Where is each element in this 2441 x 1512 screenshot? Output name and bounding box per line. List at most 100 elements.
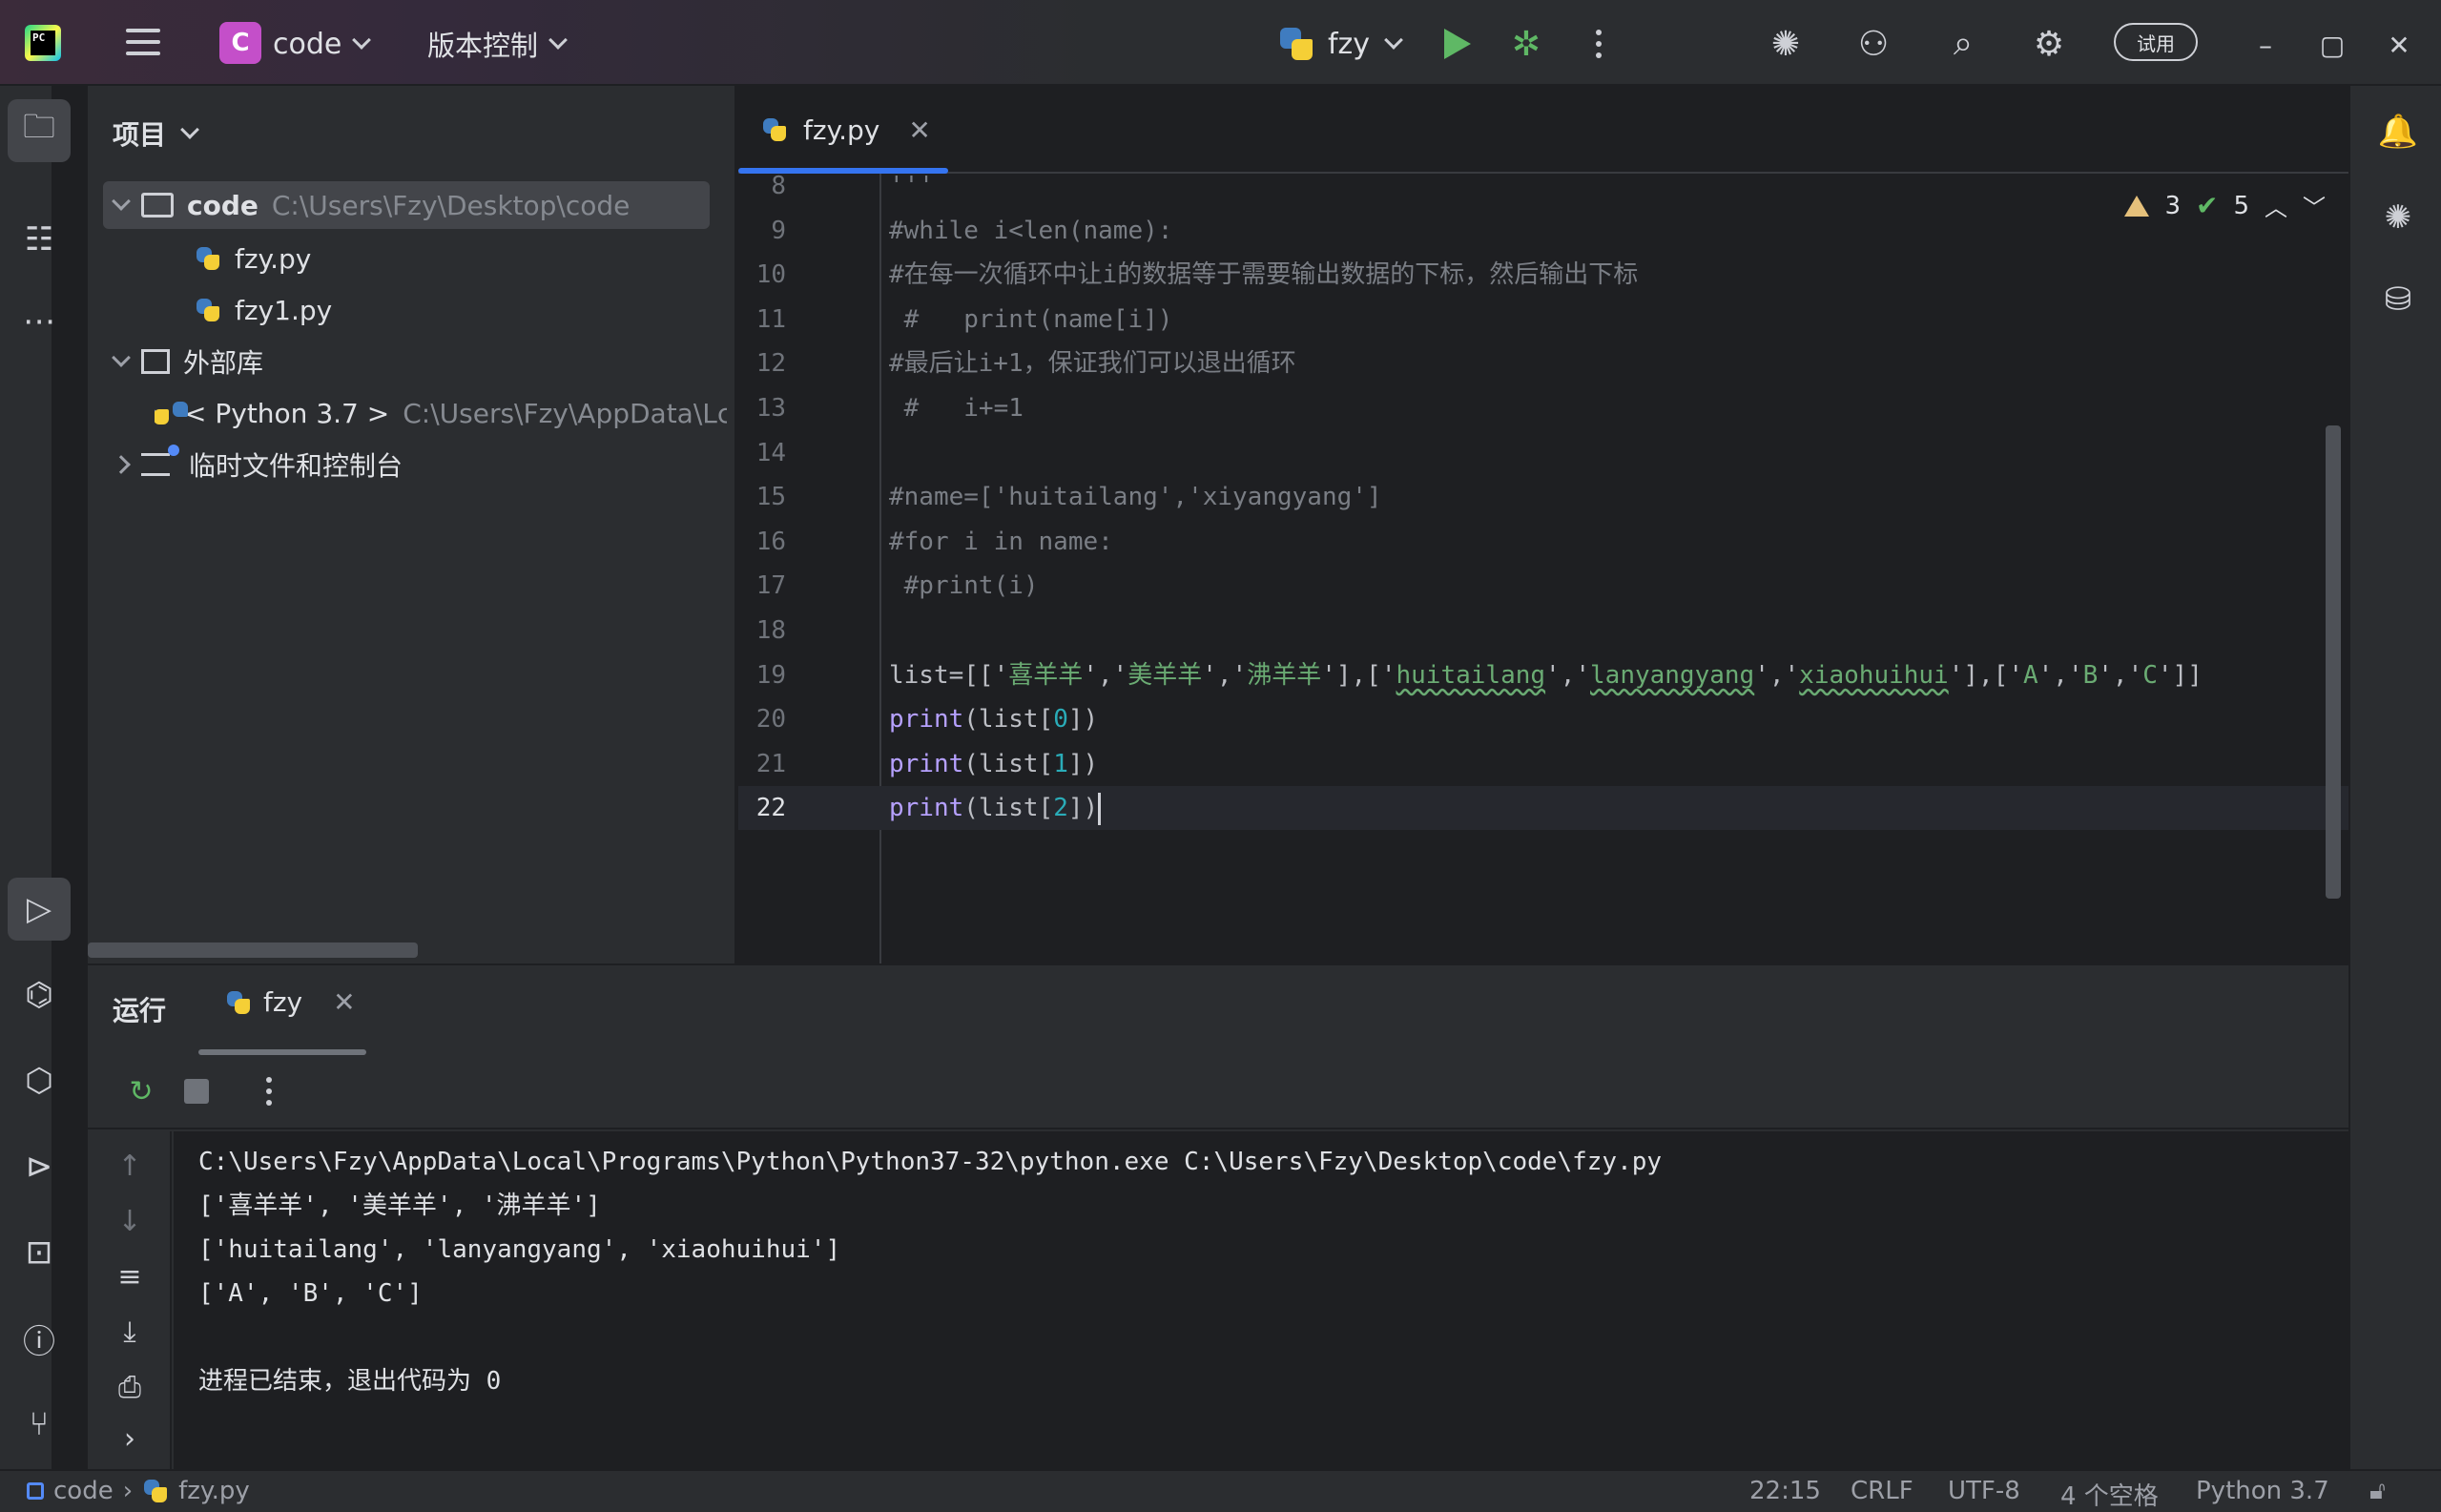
code-line[interactable]: 15 #name=['huitailang','xiyangyang'] [738,475,2348,519]
trial-badge[interactable]: 试用 [2114,23,2198,61]
chevron-right-icon[interactable]: › [109,1418,151,1460]
horizontal-scrollbar[interactable] [88,942,418,958]
ai-assistant-icon[interactable]: ✺ [1763,21,1809,67]
project-badge[interactable]: C [219,22,261,64]
code-line[interactable]: 12 #最后让i+1，保证我们可以退出循环 [738,342,2348,385]
code-line[interactable]: 19 list=[['喜羊羊','美羊羊','沸羊羊'],['huitailang… [738,653,2348,697]
run-config-selector[interactable]: fzy [1278,23,1403,65]
tree-file-fzy[interactable]: fzy.py [195,235,311,282]
add-user-icon[interactable]: ⚇ [1851,21,1896,67]
root-folder-name: code [187,189,259,221]
close-icon[interactable]: ✕ [908,114,930,146]
project-tool-folder-icon[interactable]: 🗀 [8,99,71,162]
run-tool-icon[interactable]: ▷ [8,878,71,941]
vcs-menu[interactable]: 版本控制 [427,23,568,65]
tree-python-sdk[interactable]: < Python 3.7 > C:\Users\Fzy\AppData\Lc [155,389,727,437]
console-line: ['喜羊羊', '美羊羊', '沸羊羊'] [198,1191,601,1220]
close-icon[interactable]: ✕ [333,986,355,1018]
notifications-icon[interactable]: 🔔 [2371,105,2425,158]
arrow-up-icon[interactable]: ↑ [109,1145,151,1187]
stop-button[interactable] [176,1070,217,1112]
search-icon[interactable]: ⌕ [1940,21,1986,67]
right-tool-strip: 🔔 ✺ ⛁ [2348,86,2441,1469]
code-line[interactable]: 9 #while i<len(name): [738,209,2348,253]
python-packages-icon[interactable]: ⬡ [8,1049,71,1112]
vertical-scrollbar[interactable] [2326,425,2341,899]
python-icon [1278,26,1314,62]
tree-scratches[interactable]: 临时文件和控制台 [112,441,403,488]
line-number: 13 [755,394,786,423]
expand-arrow-icon[interactable] [112,348,131,367]
python-file-icon [761,116,788,143]
project-selector[interactable]: code [273,23,372,65]
collapse-arrow-icon[interactable] [112,455,131,474]
minimize-icon[interactable]: – [2244,23,2287,67]
print-icon[interactable]: ⎙ [109,1366,151,1408]
caret-position[interactable]: 22:15 [1749,1477,1821,1505]
scroll-to-end-icon[interactable]: ⤓ [109,1311,151,1353]
code-text: #print(i) [889,571,1039,601]
code-line[interactable]: 21 print(list[1]) [738,742,2348,786]
problems-icon[interactable]: ⓘ [8,1307,71,1370]
main-menu-button[interactable] [124,23,162,61]
tab-fzy-py[interactable]: fzy.py ✕ [738,86,954,174]
python-interpreter[interactable]: Python 3.7 [2196,1477,2329,1505]
services-icon[interactable]: ⊳ [8,1135,71,1198]
line-number: 11 [755,304,786,334]
code-line[interactable]: 17 #print(i) [738,564,2348,608]
code-line[interactable]: 11 # print(name[i]) [738,298,2348,342]
code-line[interactable]: 10 #在每一次循环中让i的数据等于需要输出数据的下标，然后输出下标 [738,253,2348,297]
tree-external-libs[interactable]: 外部库 [112,338,263,385]
python-console-icon[interactable]: ⌬ [8,963,71,1026]
root-folder-path: C:\Users\Fzy\Desktop\code [271,189,631,221]
expand-arrow-icon[interactable] [112,192,131,211]
git-icon[interactable]: ⑂ [8,1393,71,1456]
tree-root-code[interactable]: code C:\Users\Fzy\Desktop\code [103,181,710,229]
code-text: #在每一次循环中让i的数据等于需要输出数据的下标，然后输出下标 [889,260,1639,290]
code-line[interactable]: 8 ''' [738,164,2348,208]
line-separator[interactable]: CRLF [1851,1477,1913,1505]
run-toolbar: ↻ [88,1053,2348,1129]
structure-icon[interactable]: ☷ [8,208,71,271]
code-line[interactable]: 13 # i+=1 [738,386,2348,430]
title-bar: PC C code 版本控制 fzy ✲ ✺ ⚇ ⌕ ⚙ 试用 – ▢ ✕ [0,0,2441,86]
settings-icon[interactable]: ⚙ [2026,21,2072,67]
pycharm-logo-icon[interactable]: PC [25,25,61,61]
code-line[interactable]: 20 print(list[0]) [738,697,2348,741]
more-actions-button[interactable] [248,1070,290,1112]
code-text: #name=['huitailang','xiyangyang'] [889,483,1382,512]
code-line[interactable]: 22 print(list[2]) [738,786,2348,831]
database-icon[interactable]: ⛁ [2371,273,2425,326]
python-file-icon [195,245,221,272]
more-tools-icon[interactable]: ⋯ [8,290,71,353]
run-tab-label: fzy [263,986,303,1018]
soft-wrap-icon[interactable]: ≡ [109,1255,151,1297]
module-icon [27,1482,44,1500]
tree-file-fzy1[interactable]: fzy1.py [195,286,332,334]
terminal-icon[interactable]: ⊡ [8,1221,71,1284]
code-line[interactable]: 16 #for i in name: [738,520,2348,564]
chevron-down-icon [548,31,568,50]
run-button[interactable] [1437,25,1475,63]
file-encoding[interactable]: UTF-8 [1948,1477,2020,1505]
code-line[interactable]: 18 [738,609,2348,652]
lock-icon[interactable]: 🔓︎ [2369,1477,2386,1506]
file-name: fzy1.py [235,294,333,326]
ai-chat-icon[interactable]: ✺ [2371,191,2425,244]
console-output[interactable]: C:\Users\Fzy\AppData\Local\Programs\Pyth… [174,1131,2348,1471]
code-line[interactable]: 14 [738,431,2348,475]
more-actions-button[interactable] [1580,23,1618,65]
close-window-icon[interactable]: ✕ [2377,23,2421,67]
breadcrumb-project[interactable]: code [53,1477,114,1505]
project-panel-header[interactable]: 项目 [113,114,199,153]
run-tab-fzy[interactable]: fzy ✕ [225,986,356,1018]
debug-button[interactable]: ✲ [1507,23,1545,65]
maximize-icon[interactable]: ▢ [2310,23,2354,67]
breadcrumb-file[interactable]: fzy.py [178,1477,250,1505]
run-config-name: fzy [1328,27,1371,61]
rerun-icon[interactable]: ↻ [120,1070,162,1112]
chevron-right-icon: › [122,1477,134,1505]
indent-setting[interactable]: 4 个空格 [2060,1477,2159,1512]
code-text: #while i<len(name): [889,216,1173,245]
arrow-down-icon[interactable]: ↓ [109,1200,151,1242]
